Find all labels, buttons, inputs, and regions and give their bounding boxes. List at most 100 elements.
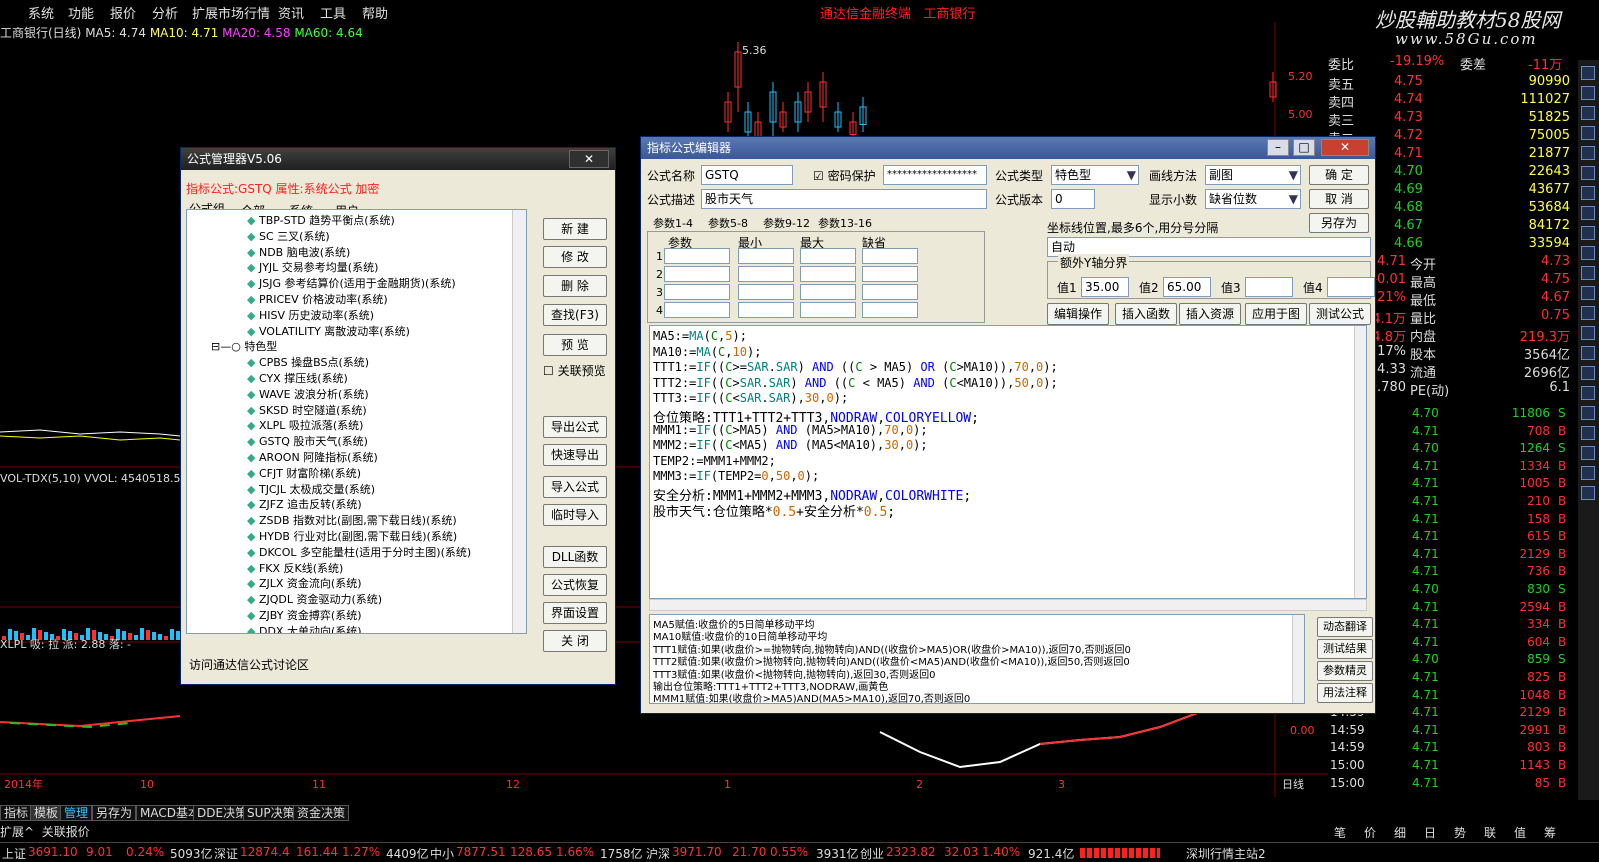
tree-item[interactable]: ◆ CYX 撑压线(系统) — [247, 370, 348, 386]
formula-manager-title[interactable]: 公式管理器V5.06 ✕ — [181, 148, 615, 170]
side-button-2[interactable]: 参数精灵 — [1317, 661, 1373, 681]
tab-manage[interactable]: 管理 — [60, 805, 93, 821]
tree-scrollbar[interactable] — [512, 210, 526, 633]
code-vscrollbar[interactable] — [1354, 326, 1366, 598]
quote-tab-1[interactable]: 价 — [1364, 824, 1376, 841]
param-cell[interactable] — [862, 248, 918, 264]
toolbar-icon[interactable] — [1581, 66, 1595, 80]
menu-tools[interactable]: 工具 — [320, 3, 346, 22]
quote-tab-3[interactable]: 日 — [1424, 824, 1436, 841]
toolbar-icon[interactable] — [1581, 406, 1595, 420]
help-scrollbar[interactable] — [1292, 615, 1304, 703]
tree-item[interactable]: ◆ DDX 大单动向(系统) — [247, 623, 362, 633]
tree-item[interactable]: ◆ FKX 反K线(系统) — [247, 560, 343, 576]
tree-item[interactable]: ◆ TJCJL 太极成交量(系统) — [247, 481, 375, 497]
param-tab-1[interactable]: 参数5-8 — [708, 215, 748, 231]
tree-item[interactable]: ◆ HYDB 行业对比(副图,需下载日线)(系统) — [247, 528, 457, 544]
version-input[interactable]: 0 — [1051, 189, 1095, 209]
tree-item[interactable]: ◆ JYJL 交易参考均量(系统) — [247, 259, 378, 275]
fm-button-2[interactable]: 删 除 — [543, 275, 607, 297]
toolbar-icon[interactable] — [1581, 166, 1595, 180]
fm-button-6[interactable]: 快速导出 — [543, 444, 607, 466]
side-button-0[interactable]: 动态翻译 — [1317, 617, 1373, 637]
formula-type-select[interactable]: 特色型 ▼ — [1051, 165, 1139, 185]
fm-button-12[interactable]: 关 闭 — [543, 630, 607, 652]
toolbar-icon[interactable] — [1581, 306, 1595, 320]
fm-button-7[interactable]: 导入公式 — [543, 476, 607, 498]
tab-template[interactable]: 模板 — [30, 805, 63, 821]
quote-tab-0[interactable]: 笔 — [1334, 824, 1346, 841]
quote-tab-7[interactable]: 筹 — [1544, 824, 1556, 841]
param-cell[interactable] — [800, 266, 856, 282]
maximize-icon[interactable]: □ — [1293, 139, 1315, 156]
tree-item[interactable]: ◆ VOLATILITY 离散波动率(系统) — [247, 323, 410, 339]
tree-item[interactable]: ◆ CFJT 财富阶梯(系统) — [247, 465, 361, 481]
param-cell[interactable] — [800, 302, 856, 318]
param-cell[interactable] — [664, 302, 730, 318]
menu-system[interactable]: 系统 — [28, 3, 54, 22]
formula-editor-title[interactable]: 指标公式编辑器 – □ ✕ — [641, 137, 1375, 159]
tree-item[interactable]: ◆ TBP-STD 趋势平衡点(系统) — [247, 212, 395, 228]
fm-button-11[interactable]: 界面设置 — [543, 602, 607, 624]
quote-tab-4[interactable]: 势 — [1454, 824, 1466, 841]
toolbar-icon[interactable] — [1581, 206, 1595, 220]
toolbar-icon[interactable] — [1581, 326, 1595, 340]
tree-item[interactable]: ◆ GSTQ 股市天气(系统) — [247, 433, 368, 449]
param-tab-2[interactable]: 参数9-12 — [763, 215, 810, 231]
tree-item[interactable]: ◆ JSJG 参考结算价(适用于金融期货)(系统) — [247, 275, 456, 291]
quote-tab-2[interactable]: 细 — [1394, 824, 1406, 841]
toolbar-icon[interactable] — [1581, 126, 1595, 140]
toolbar-icon[interactable] — [1581, 386, 1595, 400]
toolbar-icon[interactable] — [1581, 266, 1595, 280]
action-button-4[interactable]: 测试公式 — [1309, 303, 1371, 325]
tab-fund[interactable]: 资金决策 — [293, 805, 350, 821]
toolbar-icon[interactable] — [1581, 446, 1595, 460]
forum-link[interactable]: 访问通达信公式讨论区 — [189, 656, 309, 673]
menu-help[interactable]: 帮助 — [362, 3, 388, 22]
tree-item[interactable]: ◆ WAVE 波浪分析(系统) — [247, 386, 369, 402]
param-cell[interactable] — [738, 284, 794, 300]
tree-item[interactable]: ◆ ZJLX 资金流向(系统) — [247, 575, 362, 591]
saveas-button[interactable]: 另存为 — [1309, 213, 1369, 233]
toolbar-icon[interactable] — [1581, 466, 1595, 480]
code-hscrollbar[interactable] — [649, 599, 1367, 611]
tree-item[interactable]: ◆ ZJQDL 资金驱动力(系统) — [247, 591, 382, 607]
tree-item[interactable]: ◆ SKSD 时空隧道(系统) — [247, 402, 367, 418]
right-toolbar[interactable] — [1578, 60, 1599, 800]
param-tab-3[interactable]: 参数13-16 — [818, 215, 872, 231]
toolbar-icon[interactable] — [1581, 226, 1595, 240]
draw-method-select[interactable]: 副图 ▼ — [1205, 165, 1301, 185]
menu-analysis[interactable]: 分析 — [152, 3, 178, 22]
tree-item[interactable]: ◆ ZJFZ 追击反转(系统) — [247, 496, 362, 512]
tree-item[interactable]: ◆ DKCOL 多空能量柱(适用于分时主图)(系统) — [247, 544, 471, 560]
toolbar-icon[interactable] — [1581, 146, 1595, 160]
menu-quote[interactable]: 报价 — [110, 3, 136, 22]
action-button-1[interactable]: 插入函数 — [1115, 303, 1177, 325]
close-icon[interactable]: ✕ — [569, 150, 609, 168]
tree-group[interactable]: ⊟—○ 特色型 — [211, 338, 277, 354]
toolbar-icon[interactable] — [1581, 346, 1595, 360]
toolbar-icon[interactable] — [1581, 86, 1595, 100]
toolbar-icon[interactable] — [1581, 106, 1595, 120]
toolbar-icon[interactable] — [1581, 426, 1595, 440]
side-button-1[interactable]: 测试结果 — [1317, 639, 1373, 659]
yval-input[interactable] — [1245, 277, 1293, 297]
param-cell[interactable] — [800, 248, 856, 264]
server-label[interactable]: 深圳行情主站2 — [1186, 845, 1266, 862]
ok-button[interactable]: 确 定 — [1309, 165, 1369, 185]
formula-desc-input[interactable]: 股市天气 — [701, 189, 987, 209]
menu-news[interactable]: 资讯 — [278, 3, 304, 22]
toolbar-icon[interactable] — [1581, 246, 1595, 260]
formula-code-editor[interactable]: MA5:=MA(C,5); MA10:=MA(C,10); TTT1:=IF((C>… — [649, 325, 1367, 599]
toolbar-icon[interactable] — [1581, 486, 1595, 500]
fm-button-9[interactable]: DLL函数 — [543, 546, 607, 568]
action-button-0[interactable]: 编辑操作 — [1047, 303, 1109, 325]
toolbar-icon[interactable] — [1581, 286, 1595, 300]
tree-item[interactable]: ◆ ZJBY 资金搏弈(系统) — [247, 607, 362, 623]
fm-button-0[interactable]: 新 建 — [543, 218, 607, 240]
fm-button-1[interactable]: 修 改 — [543, 246, 607, 268]
param-cell[interactable] — [738, 266, 794, 282]
param-cell[interactable] — [738, 248, 794, 264]
tab-saveas[interactable]: 另存为 — [92, 805, 137, 821]
param-cell[interactable] — [664, 248, 730, 264]
